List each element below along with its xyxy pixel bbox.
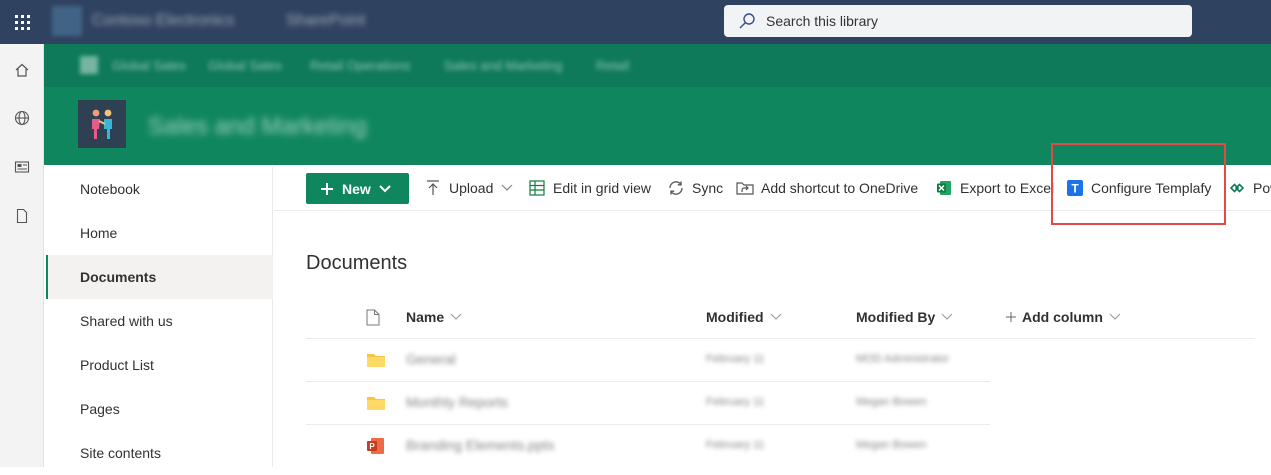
- folder-icon: [367, 397, 385, 410]
- chevron-down-icon: [941, 313, 953, 320]
- add-column-header[interactable]: Add column: [1006, 307, 1121, 327]
- highlight-box: [1051, 143, 1226, 225]
- add-column-label: Add column: [1022, 309, 1103, 325]
- search-placeholder: Search this library: [766, 13, 879, 29]
- new-button[interactable]: New: [306, 173, 409, 204]
- hub-nav-item[interactable]: Global Sales: [112, 58, 186, 73]
- file-name[interactable]: Monthly Reports: [406, 394, 508, 410]
- sync-label: Sync: [692, 180, 724, 196]
- sync-button[interactable]: Sync: [667, 178, 723, 198]
- nav-item-shared-with-us[interactable]: Shared with us: [46, 299, 273, 343]
- file-name[interactable]: General: [406, 351, 456, 367]
- modified-column-header[interactable]: Modified: [706, 307, 782, 327]
- nav-item-site-contents[interactable]: Site contents: [46, 431, 273, 475]
- powerpoint-icon: P: [367, 438, 384, 454]
- plus-icon: [321, 182, 333, 195]
- power-automate-button[interactable]: Pow: [1228, 178, 1271, 198]
- table-row[interactable]: Monthly Reports February 11 Megan Bowen: [306, 381, 1255, 425]
- add-shortcut-label: Add shortcut to OneDrive: [761, 180, 919, 196]
- file-modified: February 11: [706, 439, 765, 451]
- hub-nav-item[interactable]: Global Sales: [208, 58, 282, 73]
- search-box[interactable]: Search this library: [724, 5, 1192, 37]
- chevron-down-icon: [501, 184, 513, 191]
- upload-label: Upload: [449, 180, 494, 196]
- folder-icon: [367, 354, 385, 367]
- chevron-down-icon: [1109, 313, 1121, 320]
- app-name[interactable]: SharePoint: [286, 12, 365, 30]
- file-icon[interactable]: [12, 206, 32, 226]
- chevron-down-icon: [450, 313, 462, 320]
- file-name[interactable]: Branding Elements.pptx: [406, 437, 555, 453]
- waffle-icon: [14, 14, 30, 30]
- nav-item-documents[interactable]: Documents: [46, 255, 273, 299]
- people-icon: [92, 109, 112, 139]
- file-type-column-header[interactable]: [366, 307, 380, 327]
- home-icon[interactable]: [12, 60, 32, 80]
- hub-nav-item[interactable]: Retail: [596, 58, 629, 73]
- file-type-icon: [366, 309, 380, 325]
- hub-navigation: Global Sales Global Sales Retail Operati…: [44, 44, 1271, 87]
- hub-home-icon[interactable]: [80, 56, 98, 74]
- hub-nav-item[interactable]: Sales and Marketing: [444, 58, 563, 73]
- power-automate-icon: [1228, 179, 1246, 197]
- library-title[interactable]: Documents: [306, 252, 407, 275]
- upload-button[interactable]: Upload: [424, 178, 513, 198]
- export-to-excel-label: Export to Excel: [960, 180, 1055, 196]
- name-column-label: Name: [406, 309, 445, 325]
- excel-icon: [935, 179, 953, 197]
- org-name[interactable]: Contoso Electronics: [92, 12, 234, 30]
- export-to-excel-button[interactable]: Export to Excel: [935, 178, 1054, 198]
- shortcut-icon: [736, 179, 754, 197]
- news-icon[interactable]: [12, 157, 32, 177]
- org-logo[interactable]: [52, 6, 82, 36]
- modified-by-column-label: Modified By: [856, 309, 936, 325]
- chevron-down-icon: [379, 184, 391, 192]
- table-row[interactable]: General February 11 MOD Administrator: [306, 338, 1255, 382]
- name-column-header[interactable]: Name: [406, 307, 462, 327]
- file-modified-by: Megan Bowen: [856, 396, 927, 408]
- app-rail: [0, 44, 44, 467]
- search-icon: [739, 13, 755, 29]
- globe-icon[interactable]: [12, 108, 32, 128]
- file-modified-by: MOD Administrator: [856, 353, 949, 365]
- left-navigation: Notebook Home Documents Shared with us P…: [46, 167, 273, 467]
- file-modified-by: Megan Bowen: [856, 439, 927, 451]
- svg-text:P: P: [369, 442, 375, 451]
- power-automate-label: Pow: [1253, 180, 1271, 196]
- sync-icon: [667, 179, 685, 197]
- file-modified: February 11: [706, 396, 765, 408]
- edit-grid-view-label: Edit in grid view: [553, 180, 652, 196]
- site-title[interactable]: Sales and Marketing: [148, 113, 367, 141]
- hub-nav-item[interactable]: Retail Operations: [310, 58, 410, 73]
- nav-item-notebook[interactable]: Notebook: [46, 167, 273, 211]
- table-row[interactable]: P Branding Elements.pptx February 11 Meg…: [306, 424, 1255, 468]
- modified-by-column-header[interactable]: Modified By: [856, 307, 953, 327]
- edit-grid-view-button[interactable]: Edit in grid view: [528, 178, 651, 198]
- upload-icon: [424, 179, 442, 197]
- suite-bar: Contoso Electronics SharePoint Search th…: [0, 0, 1271, 44]
- chevron-down-icon: [770, 313, 781, 320]
- site-logo[interactable]: [78, 100, 126, 148]
- plus-icon: [1006, 312, 1016, 322]
- nav-item-product-list[interactable]: Product List: [46, 343, 273, 387]
- new-button-label: New: [342, 180, 371, 197]
- file-modified: February 11: [706, 353, 765, 365]
- grid-icon: [528, 179, 546, 197]
- modified-column-label: Modified: [706, 309, 764, 325]
- nav-item-home[interactable]: Home: [46, 211, 273, 255]
- nav-item-pages[interactable]: Pages: [46, 387, 273, 431]
- add-shortcut-button[interactable]: Add shortcut to OneDrive: [736, 178, 918, 198]
- app-launcher-button[interactable]: [0, 0, 44, 44]
